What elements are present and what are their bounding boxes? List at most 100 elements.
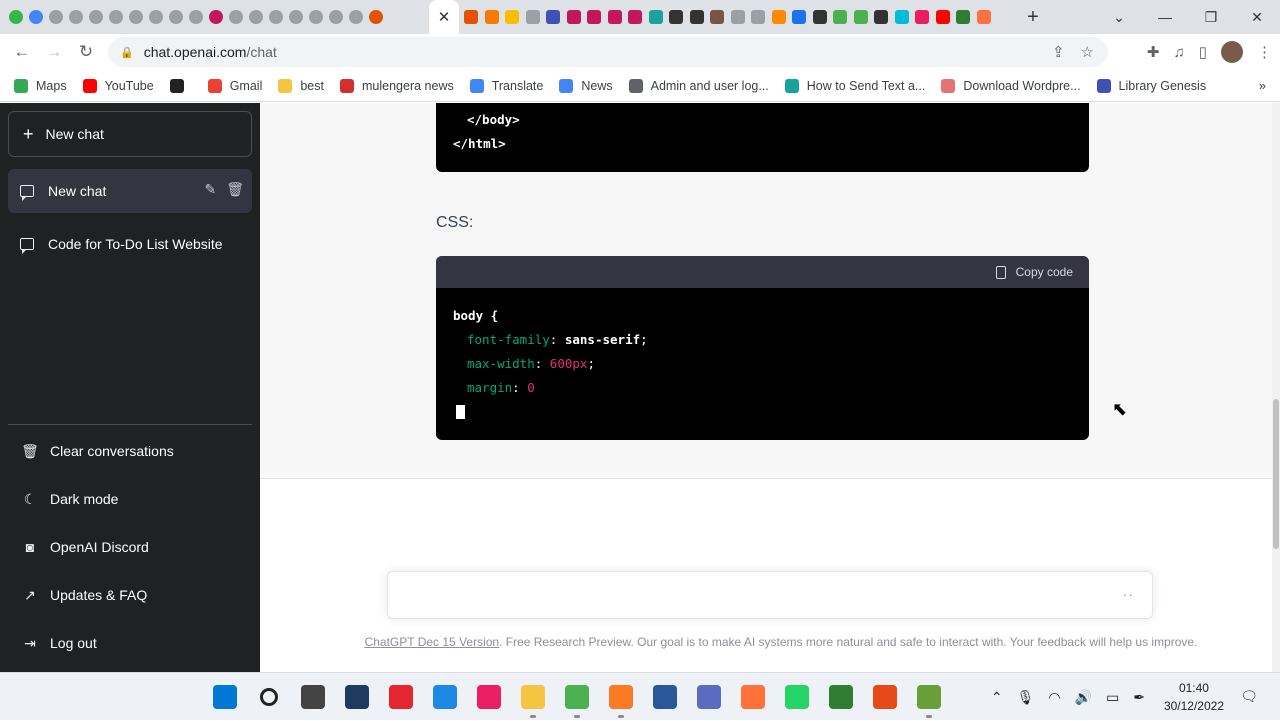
bookmark-item[interactable]: Maps <box>14 78 67 93</box>
bookmark-item[interactable]: Library Genesis <box>1096 78 1206 93</box>
tab[interactable] <box>625 0 645 34</box>
bookmark-item[interactable] <box>169 78 192 93</box>
taskbar-app[interactable] <box>863 673 907 721</box>
discord-link[interactable]: ◙ OpenAI Discord <box>8 525 252 569</box>
taskbar-app[interactable] <box>775 673 819 721</box>
conversation-item[interactable]: Code for To-Do List Website <box>8 222 252 266</box>
pen-icon[interactable]: ✒ <box>1133 689 1145 706</box>
close-window-icon[interactable]: ✕ <box>1234 0 1280 34</box>
tab[interactable] <box>523 0 543 34</box>
new-chat-button[interactable]: + New chat <box>8 111 252 157</box>
tab[interactable] <box>769 0 789 34</box>
clock[interactable]: 01:40 30/12/2022 <box>1164 679 1224 715</box>
tab[interactable] <box>728 0 748 34</box>
tab[interactable] <box>830 0 850 34</box>
taskbar-app[interactable] <box>643 673 687 721</box>
tab[interactable] <box>687 0 707 34</box>
tab[interactable] <box>666 0 686 34</box>
tab[interactable] <box>66 0 86 34</box>
bookmark-item[interactable]: How to Send Text a... <box>784 78 925 93</box>
tab[interactable] <box>974 0 994 34</box>
tab[interactable] <box>871 0 891 34</box>
scrollbar[interactable] <box>1272 103 1280 672</box>
bookmark-item[interactable]: YouTube <box>82 78 154 93</box>
media-icon[interactable]: ♫ <box>1173 44 1184 61</box>
taskbar-app[interactable] <box>555 673 599 721</box>
tab[interactable] <box>166 0 186 34</box>
tab[interactable] <box>146 0 166 34</box>
tab[interactable] <box>461 0 481 34</box>
side-panel-icon[interactable]: ▯ <box>1199 43 1207 61</box>
taskbar-app[interactable] <box>819 673 863 721</box>
updates-faq-link[interactable]: ↗ Updates & FAQ <box>8 573 252 617</box>
bookmark-item[interactable]: mulengera news <box>340 78 454 93</box>
restore-icon[interactable]: ❐ <box>1188 0 1234 34</box>
battery-icon[interactable]: ▭ <box>1106 689 1119 706</box>
profile-avatar[interactable] <box>1221 41 1243 63</box>
chrome-menu-icon[interactable]: ⋮ <box>1257 43 1272 61</box>
taskbar-app[interactable] <box>423 673 467 721</box>
dark-mode-button[interactable]: ☾ Dark mode <box>8 477 252 521</box>
taskbar-app[interactable] <box>203 673 247 721</box>
chevron-up-icon[interactable]: ⌃ <box>991 689 1003 706</box>
tab[interactable] <box>646 0 666 34</box>
microphone-icon[interactable]: 🎙 <box>1017 689 1035 706</box>
tab[interactable] <box>366 0 386 34</box>
bookmark-item[interactable]: News <box>559 78 613 93</box>
bookmark-item[interactable]: Translate <box>469 78 543 93</box>
tab[interactable] <box>246 0 266 34</box>
extensions-icon[interactable]: ✚ <box>1147 43 1160 61</box>
tab[interactable] <box>46 0 66 34</box>
tab[interactable] <box>933 0 953 34</box>
wifi-icon[interactable]: ◠ <box>1048 689 1060 706</box>
taskbar-app[interactable] <box>247 673 291 721</box>
tab[interactable] <box>206 0 226 34</box>
reload-icon[interactable]: ↻ <box>70 36 102 68</box>
scrollbar-thumb[interactable] <box>1273 399 1279 549</box>
copy-code-button[interactable]: Copy code <box>1016 265 1073 279</box>
tab[interactable] <box>346 0 366 34</box>
clear-conversations-button[interactable]: 🗑 Clear conversations <box>8 429 252 473</box>
tab[interactable] <box>810 0 830 34</box>
taskbar-app[interactable] <box>379 673 423 721</box>
taskbar-app[interactable] <box>291 673 335 721</box>
taskbar-app[interactable] <box>511 673 555 721</box>
tab[interactable] <box>748 0 768 34</box>
taskbar-app[interactable] <box>335 673 379 721</box>
tab-search-icon[interactable]: ⌄ <box>1096 0 1142 34</box>
address-bar[interactable]: 🔒 chat.openai.com/chat ⇪ ☆ <box>108 37 1108 67</box>
forward-icon[interactable]: → <box>38 36 70 68</box>
bookmark-item[interactable]: Admin and user log... <box>628 78 769 93</box>
notification-icon[interactable]: 🗨 <box>1240 688 1258 705</box>
tab[interactable] <box>502 0 522 34</box>
tab[interactable] <box>6 0 26 34</box>
tab[interactable] <box>851 0 871 34</box>
share-icon[interactable]: ⇪ <box>1052 43 1065 61</box>
tab[interactable] <box>126 0 146 34</box>
tab[interactable] <box>564 0 584 34</box>
edit-icon[interactable]: ✎ <box>204 181 216 198</box>
taskbar-app[interactable] <box>599 673 643 721</box>
version-link[interactable]: ChatGPT Dec 15 Version <box>365 635 500 649</box>
tab[interactable] <box>26 0 46 34</box>
tab[interactable] <box>707 0 727 34</box>
active-tab[interactable]: ✕ <box>429 0 459 34</box>
tab[interactable] <box>605 0 625 34</box>
tab[interactable] <box>186 0 206 34</box>
bookmark-item[interactable]: Download Wordpre... <box>941 78 1081 93</box>
minimize-icon[interactable]: — <box>1142 0 1188 34</box>
tab[interactable] <box>286 0 306 34</box>
bookmark-item[interactable]: best <box>278 78 324 93</box>
message-input[interactable]: ·· <box>387 571 1153 619</box>
tab[interactable] <box>306 0 326 34</box>
delete-icon[interactable]: 🗑 <box>226 181 244 198</box>
tab[interactable] <box>226 0 246 34</box>
close-tab-icon[interactable]: ✕ <box>438 8 451 26</box>
taskbar-app[interactable] <box>907 673 951 721</box>
taskbar-app[interactable] <box>687 673 731 721</box>
bookmark-item[interactable]: Gmail <box>207 78 262 93</box>
conversation-item[interactable]: New chat ✎ 🗑 <box>8 169 252 213</box>
new-tab-button[interactable]: + <box>1018 0 1048 34</box>
back-icon[interactable]: ← <box>6 36 38 68</box>
bookmark-star-icon[interactable]: ☆ <box>1081 43 1094 61</box>
